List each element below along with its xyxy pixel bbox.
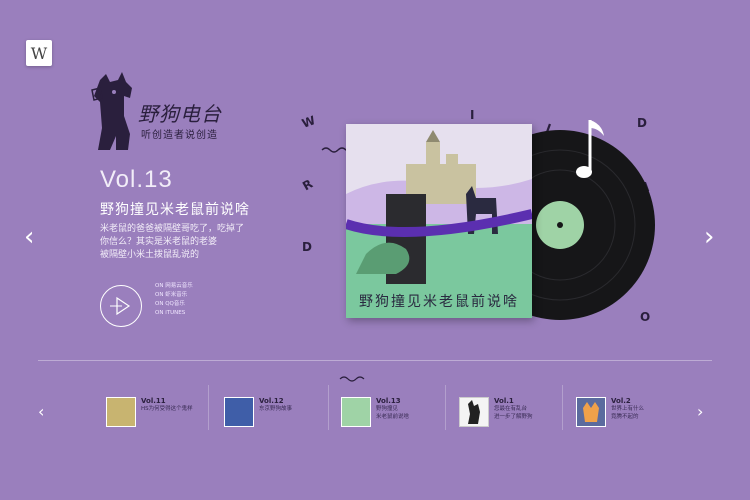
- decor-glyph: R: [300, 176, 316, 194]
- play-button[interactable]: [100, 285, 142, 327]
- item-volume: Vol.12: [259, 397, 284, 405]
- carousel-separator: [208, 385, 209, 430]
- description-line: 米老鼠的爸爸被隔壁哥吃了，吃掉了: [100, 224, 245, 234]
- item-volume: Vol.2: [611, 397, 631, 405]
- album-cover: 野狗撞见米老鼠前说啥: [344, 124, 534, 318]
- item-desc: 米老鼠前说啥: [376, 413, 410, 420]
- decor-glyph: D: [302, 240, 312, 254]
- decor-glyph: W: [300, 113, 318, 131]
- item-volume: Vol.1: [494, 397, 514, 405]
- album-illustration: [344, 124, 534, 284]
- item-volume: Vol.13: [376, 397, 401, 405]
- play-icon: [110, 296, 131, 316]
- carousel-prev-button[interactable]: ‹: [38, 402, 44, 421]
- carousel-item[interactable]: Vol.1 您最在有乱台 进一步了解野狗: [459, 397, 533, 427]
- carousel-separator: [328, 385, 329, 430]
- item-desc: 进一步了解野狗: [494, 413, 533, 420]
- platform-link[interactable]: ON 虾米音乐: [155, 291, 193, 300]
- description-line: 被隔壁小米土拨鼠乱说的: [100, 250, 200, 260]
- brand-subtitle: 听创造者说创造: [141, 130, 218, 141]
- brand-name: 野狗电台: [138, 102, 222, 126]
- episode-thumbnail: [341, 397, 371, 427]
- carousel-item[interactable]: Vol.13 野狗撞见 米老鼠前说啥: [341, 397, 409, 427]
- carousel-item[interactable]: Vol.2 世界上有什么 竟腾不起的: [576, 397, 644, 427]
- item-desc: 竟腾不起的: [611, 413, 639, 420]
- episode-thumbnail: [106, 397, 136, 427]
- item-desc: 世界上有什么: [611, 406, 645, 412]
- music-note-icon: [576, 120, 604, 178]
- prev-episode-button[interactable]: ‹: [24, 222, 34, 252]
- album-title: 野狗撞见米老鼠前说啥: [346, 284, 532, 318]
- item-desc: 您最在有乱台: [494, 406, 528, 412]
- item-desc: 东京野狗故事: [259, 406, 293, 412]
- platform-links: ON 网易云音乐 ON 虾米音乐 ON QQ音乐 ON iTUNES: [155, 282, 193, 318]
- carousel-next-button[interactable]: ›: [697, 402, 703, 421]
- item-desc: 野狗撞见: [376, 406, 399, 412]
- description-line: 你信么？其实是米老鼠的老婆: [100, 237, 218, 247]
- item-desc: HS为何受得这个鬼样: [141, 406, 193, 412]
- section-divider: [38, 360, 712, 361]
- item-volume: Vol.11: [141, 397, 166, 405]
- carousel-item[interactable]: Vol.12 东京野狗故事: [224, 397, 292, 427]
- episode-thumbnail: [224, 397, 254, 427]
- platform-link[interactable]: ON 网易云音乐: [155, 282, 193, 291]
- carousel-item[interactable]: Vol.11 HS为何受得这个鬼样: [106, 397, 193, 427]
- logo-button[interactable]: W: [26, 40, 52, 66]
- dog-silhouette-icon: [468, 400, 480, 424]
- fox-icon: [583, 402, 599, 422]
- active-indicator-icon: [339, 376, 365, 382]
- episode-title: 野狗撞见米老鼠前说啥: [100, 202, 250, 218]
- episode-thumbnail: [576, 397, 606, 427]
- episode-description: 米老鼠的爸爸被隔壁哥吃了，吃掉了 你信么？其实是米老鼠的老婆 被隔壁小米土拨鼠乱…: [100, 223, 270, 262]
- platform-link[interactable]: ON QQ音乐: [155, 300, 193, 309]
- carousel-separator: [445, 385, 446, 430]
- platform-link[interactable]: ON iTUNES: [155, 309, 193, 318]
- episode-thumbnail: [459, 397, 489, 427]
- carousel-separator: [562, 385, 563, 430]
- decor-glyph: I: [470, 108, 475, 122]
- logo-letter: W: [30, 43, 48, 63]
- episode-volume: Vol.13: [100, 166, 173, 193]
- next-episode-button[interactable]: ›: [704, 222, 714, 252]
